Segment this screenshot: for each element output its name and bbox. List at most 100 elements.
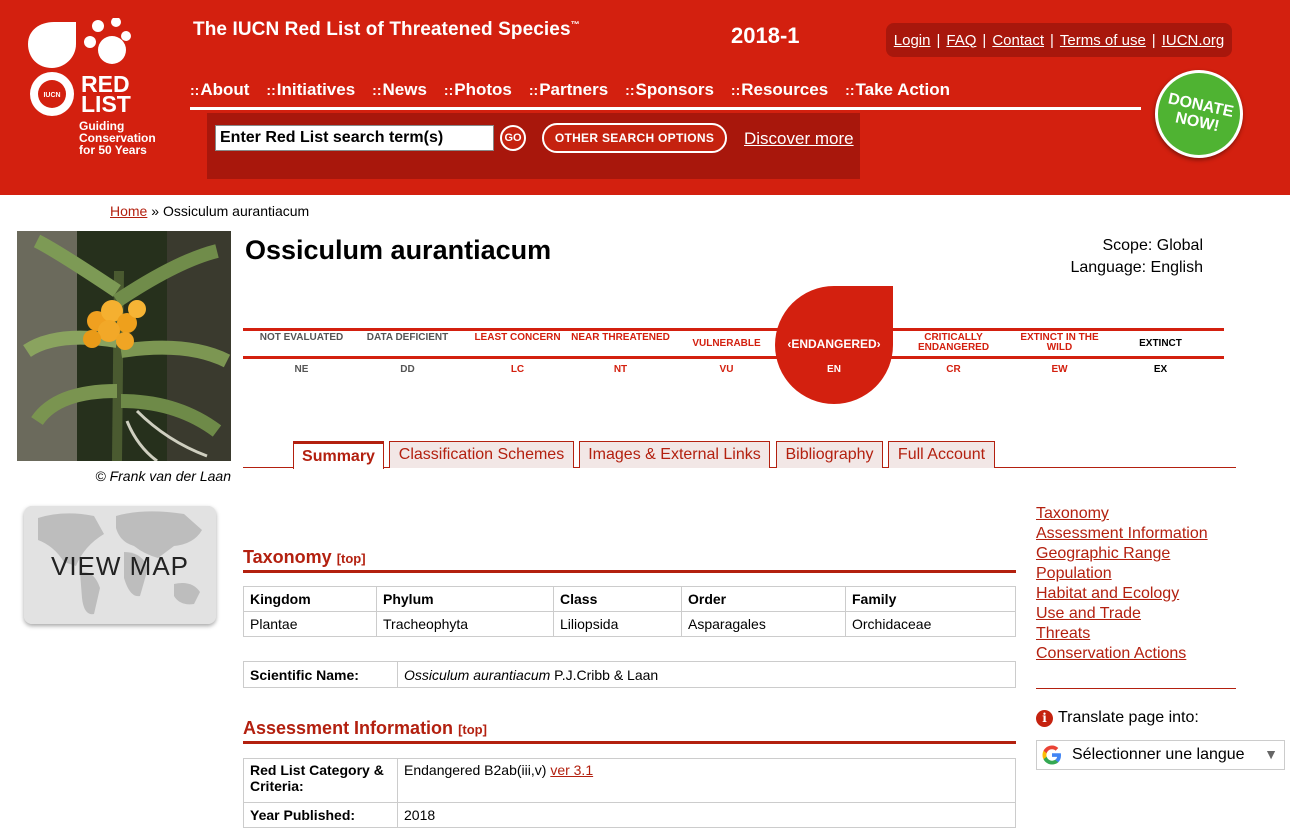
login-link[interactable]: Login <box>894 32 931 49</box>
orchid-photo-image <box>17 231 231 461</box>
toc-conservation-actions[interactable]: Conservation Actions <box>1036 644 1208 664</box>
red-list-category-scale: NOT EVALUATED DATA DEFICIENT LEAST CONCE… <box>243 286 1224 406</box>
column-header: Class <box>553 586 682 612</box>
abbr-ne: NE <box>294 364 309 375</box>
category-lc[interactable]: LEAST CONCERN <box>465 333 570 343</box>
taxonomy-top-link[interactable]: [top] <box>337 551 366 566</box>
toc-threats[interactable]: Threats <box>1036 624 1208 644</box>
main-nav: ::About ::Initiatives ::News ::Photos ::… <box>190 80 1141 110</box>
scientific-name: Ossiculum aurantiacum <box>404 666 551 683</box>
category-ew[interactable]: EXTINCT IN THE WILD <box>1007 333 1112 353</box>
abbr-ex: EX <box>1153 364 1168 375</box>
table-cell: Orchidaceae <box>845 611 1016 637</box>
table-row: Red List Category & Criteria: Endangered… <box>243 758 1016 803</box>
separator: | <box>1050 31 1054 49</box>
column-header: Family <box>845 586 1016 612</box>
info-icon: i <box>1036 709 1053 727</box>
tab-full-account[interactable]: Full Account <box>888 441 995 468</box>
search-input[interactable] <box>215 125 494 151</box>
assessment-top-link[interactable]: [top] <box>458 722 487 737</box>
category-cr[interactable]: CRITICALLY ENDANGERED <box>901 333 1006 353</box>
category-label: Red List Category & Criteria: <box>243 758 398 803</box>
language-select[interactable]: Sélectionner une langue ▼ <box>1036 740 1285 770</box>
breadcrumb: Home » Ossiculum aurantiacum <box>110 203 309 219</box>
trademark-mark: ™ <box>570 19 580 30</box>
toc-use-trade[interactable]: Use and Trade <box>1036 604 1208 624</box>
species-photo[interactable] <box>17 231 231 461</box>
column-header: Kingdom <box>243 586 377 612</box>
logo-wordmark: RED LIST <box>81 71 131 117</box>
abbr-lc: LC <box>510 364 525 375</box>
breadcrumb-home-link[interactable]: Home <box>110 203 147 219</box>
tab-images-external-links[interactable]: Images & External Links <box>579 441 770 468</box>
assessment-heading: Assessment Information [top] <box>243 718 1016 744</box>
table-row: Scientific Name: Ossiculum aurantiacum P… <box>243 661 1016 688</box>
scale-top-rule <box>243 328 1224 331</box>
scientific-name-label: Scientific Name: <box>243 661 398 688</box>
iucn-red-list-logo[interactable]: IUCN RED LIST Guiding Conservation for 5… <box>26 17 166 168</box>
nav-partners[interactable]: ::Partners <box>529 80 608 107</box>
nav-resources[interactable]: ::Resources <box>731 80 828 107</box>
nav-sponsors[interactable]: ::Sponsors <box>625 80 714 107</box>
logo-tagline: Guiding Conservation for 50 Years <box>79 119 156 157</box>
category-en-selected[interactable]: ‹ENDANGERED› <box>775 337 893 351</box>
nav-photos[interactable]: ::Photos <box>444 80 512 107</box>
abbr-en: EN <box>827 364 841 375</box>
nav-initiatives[interactable]: ::Initiatives <box>266 80 355 107</box>
species-tabs: Summary Classification Schemes Images & … <box>243 441 1236 469</box>
utility-links: Login | FAQ | Contact | Terms of use | I… <box>886 23 1232 57</box>
tab-summary[interactable]: Summary <box>293 441 384 469</box>
scope-info: Scope: Global Language: English <box>1000 235 1203 279</box>
iucn-org-link[interactable]: IUCN.org <box>1162 32 1225 49</box>
view-map-button[interactable]: VIEW MAP <box>24 506 216 624</box>
abbr-nt: NT <box>613 364 628 375</box>
photo-credit: © Frank van der Laan <box>95 468 231 484</box>
authority: P.J.Cribb & Laan <box>554 666 659 683</box>
view-map-label: VIEW MAP <box>50 551 189 581</box>
terms-link[interactable]: Terms of use <box>1060 32 1146 49</box>
search-go-button[interactable]: GO <box>500 125 526 151</box>
scope-label: Scope: Global <box>1102 237 1203 254</box>
translate-prompt: i Translate page into: <box>1036 709 1199 727</box>
tab-classification-schemes[interactable]: Classification Schemes <box>389 441 574 468</box>
discover-more-link[interactable]: Discover more <box>744 129 854 149</box>
breadcrumb-separator: » <box>151 203 160 219</box>
search-bar: GO OTHER SEARCH OPTIONS Discover more <box>207 113 860 179</box>
toc-assessment-information[interactable]: Assessment Information <box>1036 524 1208 544</box>
translate-label: Translate page into: <box>1058 709 1199 726</box>
column-header: Order <box>681 586 846 612</box>
site-title-text: The IUCN Red List of Threatened Species <box>193 19 571 40</box>
category-ex[interactable]: EXTINCT <box>1108 339 1213 349</box>
taxonomy-table: Kingdom Phylum Class Order Family Planta… <box>243 586 1016 637</box>
category-ne[interactable]: NOT EVALUATED <box>249 333 354 343</box>
toc-habitat-ecology[interactable]: Habitat and Ecology <box>1036 584 1208 604</box>
table-cell: Asparagales <box>681 611 846 637</box>
sidebar-divider <box>1036 688 1236 689</box>
abbr-dd: DD <box>400 364 415 375</box>
toc-population[interactable]: Population <box>1036 564 1208 584</box>
abbr-vu: VU <box>719 364 734 375</box>
contact-link[interactable]: Contact <box>992 32 1044 49</box>
criteria-version-link[interactable]: ver 3.1 <box>550 762 593 778</box>
toc-taxonomy[interactable]: Taxonomy <box>1036 504 1208 524</box>
table-row: Kingdom Phylum Class Order Family <box>243 586 1016 612</box>
donate-now-button[interactable]: DONATE NOW! <box>1146 61 1252 167</box>
year-value: 2018 <box>397 802 1016 828</box>
nav-take-action[interactable]: ::Take Action <box>845 80 950 107</box>
nav-about[interactable]: ::About <box>190 80 249 107</box>
tab-bibliography[interactable]: Bibliography <box>776 441 883 468</box>
category-value: Endangered B2ab(iii,v) ver 3.1 <box>397 758 1016 803</box>
site-header: IUCN RED LIST Guiding Conservation for 5… <box>0 0 1290 195</box>
other-search-options-button[interactable]: OTHER SEARCH OPTIONS <box>542 123 727 153</box>
category-nt[interactable]: NEAR THREATENED <box>568 333 673 343</box>
toc-geographic-range[interactable]: Geographic Range <box>1036 544 1208 564</box>
category-dd[interactable]: DATA DEFICIENT <box>355 333 460 343</box>
section-toc: Taxonomy Assessment Information Geograph… <box>1036 504 1208 664</box>
table-row: Year Published: 2018 <box>243 802 1016 828</box>
site-title[interactable]: The IUCN Red List of Threatened Species™ <box>193 19 580 41</box>
scale-bottom-rule <box>243 356 1224 359</box>
faq-link[interactable]: FAQ <box>946 32 976 49</box>
category-vu[interactable]: VULNERABLE <box>674 339 779 349</box>
table-cell: Liliopsida <box>553 611 682 637</box>
nav-news[interactable]: ::News <box>372 80 427 107</box>
